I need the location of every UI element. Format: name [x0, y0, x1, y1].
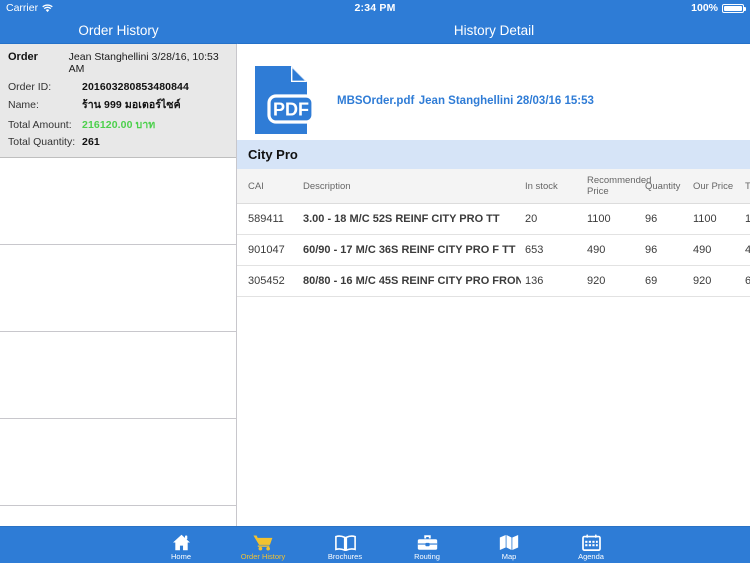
order-card-title: Order	[8, 51, 38, 63]
order-field-order-id: Order ID: 201603280853480844	[8, 81, 228, 93]
cell-in-stock: 20	[521, 203, 583, 235]
section-header-city-pro: City Pro	[237, 140, 750, 169]
table-header-row: CAI Description In stock Recommended Pri…	[237, 169, 750, 204]
table-row[interactable]: 305452 80/80 - 16 M/C 45S REINF CITY PRO…	[237, 265, 750, 297]
table-header: CAI Description In stock Recommended Pri…	[237, 169, 750, 204]
cell-quantity[interactable]: 96	[641, 234, 689, 266]
tab-label: Agenda	[578, 551, 604, 561]
list-item[interactable]	[0, 506, 236, 526]
table-body: 589411 3.00 - 18 M/C 52S REINF CITY PRO …	[237, 203, 750, 297]
cell-our-price[interactable]: 920	[689, 265, 741, 297]
calendar-icon	[581, 532, 601, 551]
master-nav-title: Order History	[78, 23, 159, 38]
cell-cai: 589411	[237, 203, 299, 235]
tab-home[interactable]: Home	[140, 527, 222, 563]
cell-total: 63480	[741, 265, 750, 297]
order-field-total-amount: Total Amount: 216120.00 บาท	[8, 116, 228, 133]
cell-recommended-price: 490	[583, 234, 641, 266]
cell-description: 60/90 - 17 M/C 36S REINF CITY PRO F TT	[299, 234, 521, 266]
history-detail-pane: PDF MBSOrder.pdf Jean Stanghellini 28/03…	[237, 44, 750, 526]
table-row[interactable]: 589411 3.00 - 18 M/C 52S REINF CITY PRO …	[237, 203, 750, 235]
order-field-name: Name: ร้าน 999 มอเตอร์ไซค์	[8, 96, 228, 113]
field-label: Total Amount:	[8, 119, 72, 131]
tab-label: Routing	[414, 551, 440, 561]
field-value: 201603280853480844	[82, 81, 189, 93]
tab-bar-end-spacer	[632, 527, 750, 563]
detail-nav-title: History Detail	[453, 23, 535, 38]
attachment-text: MBSOrder.pdf Jean Stanghellini 28/03/16 …	[337, 91, 594, 109]
book-icon	[334, 532, 356, 551]
order-history-list[interactable]: Order Jean Stanghellini 3/28/16, 10:53 A…	[0, 44, 237, 526]
svg-text:PDF: PDF	[273, 100, 309, 120]
master-navbar: Order History	[0, 17, 237, 44]
cell-description: 3.00 - 18 M/C 52S REINF CITY PRO TT	[299, 203, 521, 235]
column-header-our-price: Our Price	[689, 169, 741, 204]
cart-icon	[252, 532, 274, 551]
column-header-in-stock: In stock	[521, 169, 583, 204]
status-bar-right: 100%	[691, 0, 746, 17]
field-label: Total Quantity:	[8, 136, 76, 148]
list-item[interactable]	[0, 245, 236, 332]
field-value: 216120.00 บาท	[82, 119, 156, 131]
list-item[interactable]	[0, 332, 236, 419]
cell-cai: 305452	[237, 265, 299, 297]
app-root: Carrier 2:34 PM 100% Order History Histo…	[0, 0, 750, 563]
briefcase-icon	[417, 532, 438, 551]
tab-bar: Home Order History Brochures Routing Map…	[0, 526, 750, 563]
field-label: Name:	[8, 99, 39, 111]
tab-map[interactable]: Map	[468, 527, 550, 563]
list-item[interactable]	[0, 419, 236, 506]
column-header-description: Description	[299, 169, 521, 204]
tab-brochures[interactable]: Brochures	[304, 527, 386, 563]
attachment-file-name[interactable]: MBSOrder.pdf	[337, 95, 414, 107]
battery-full-icon	[722, 3, 746, 14]
cell-our-price[interactable]: 490	[689, 234, 741, 266]
field-value: 261	[82, 136, 100, 148]
cell-quantity[interactable]: 69	[641, 265, 689, 297]
cell-in-stock: 136	[521, 265, 583, 297]
battery-percent-label: 100%	[691, 2, 718, 14]
tab-label: Home	[170, 551, 191, 561]
tab-bar-spacer	[0, 527, 140, 563]
order-card-subtitle: Jean Stanghellini 3/28/16, 10:53 AM	[68, 51, 219, 75]
pdf-attachment[interactable]: PDF MBSOrder.pdf Jean Stanghellini 28/03…	[237, 44, 750, 140]
home-icon	[172, 532, 191, 551]
tab-routing[interactable]: Routing	[386, 527, 468, 563]
cell-our-price[interactable]: 1100	[689, 203, 741, 235]
status-bar-time: 2:34 PM	[354, 2, 396, 14]
tab-agenda[interactable]: Agenda	[550, 527, 632, 563]
tab-label: Brochures	[327, 551, 363, 561]
tab-label: Order History	[240, 551, 286, 561]
map-icon	[499, 532, 519, 551]
cell-recommended-price: 920	[583, 265, 641, 297]
detail-navbar: History Detail	[237, 17, 750, 44]
tab-order-history[interactable]: Order History	[222, 527, 304, 563]
cell-in-stock: 653	[521, 234, 583, 266]
order-card-header: Order Jean Stanghellini 3/28/16, 10:53 A…	[8, 51, 228, 75]
field-label: Order ID:	[8, 81, 52, 93]
cell-recommended-price: 1100	[583, 203, 641, 235]
column-header-recommended-price: Recommended Price	[583, 169, 651, 204]
cell-total: 105600	[741, 203, 750, 235]
attachment-meta: Jean Stanghellini 28/03/16 15:53	[418, 95, 594, 107]
cell-quantity[interactable]: 96	[641, 203, 689, 235]
cell-description: 80/80 - 16 M/C 45S REINF CITY PRO FRONT …	[299, 265, 521, 297]
order-items-table: CAI Description In stock Recommended Pri…	[237, 169, 750, 297]
order-history-empty-rows	[0, 158, 236, 526]
order-summary-card[interactable]: Order Jean Stanghellini 3/28/16, 10:53 A…	[0, 44, 236, 158]
column-header-total: Total	[741, 169, 750, 204]
pdf-file-icon: PDF	[249, 63, 323, 137]
column-header-cai: CAI	[237, 169, 299, 204]
status-bar: Carrier 2:34 PM 100%	[0, 0, 750, 17]
cell-cai: 901047	[237, 234, 299, 266]
order-field-total-quantity: Total Quantity: 261	[8, 136, 228, 148]
tab-label: Map	[501, 551, 517, 561]
cell-total: 47040	[741, 234, 750, 266]
list-item[interactable]	[0, 158, 236, 245]
field-value: ร้าน 999 มอเตอร์ไซค์	[82, 99, 181, 111]
table-row[interactable]: 901047 60/90 - 17 M/C 36S REINF CITY PRO…	[237, 234, 750, 266]
